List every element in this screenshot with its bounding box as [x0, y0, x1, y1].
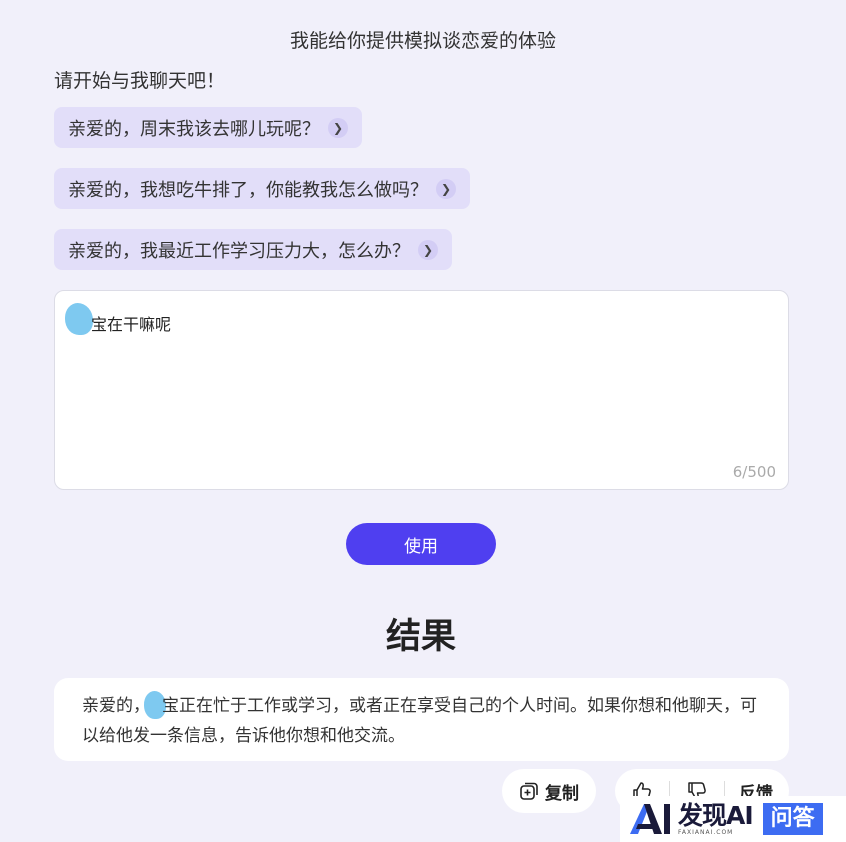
- result-title: 结果: [385, 617, 456, 657]
- suggestion-label: 亲爱的，我最近工作学习压力大，怎么办？: [68, 240, 410, 262]
- chat-input-box[interactable]: 宝在干嘛呢 6/500: [54, 290, 789, 490]
- copy-icon: [520, 782, 538, 800]
- greeting-text: 请开始与我聊天吧！: [54, 70, 226, 92]
- suggestion-label: 亲爱的，我想吃牛排了，你能教我怎么做吗？: [68, 179, 428, 201]
- copy-label: 复制: [545, 783, 579, 804]
- watermark-badge: 问答: [762, 803, 823, 835]
- char-counter: 6/500: [732, 463, 776, 481]
- watermark-brand: 发现AI: [678, 800, 754, 830]
- watermark: 发现AI FAXIANAI.COM 问答: [620, 796, 846, 842]
- suggestion-label: 亲爱的，周末我该去哪儿玩呢？: [68, 118, 320, 140]
- result-box: 亲爱的， 宝正在忙于工作或学习，或者正在享受自己的个人时间。如果你想和他聊天，可以…: [54, 678, 789, 761]
- chevron-right-icon: ❯: [418, 239, 438, 260]
- watermark-domain: FAXIANAI.COM: [678, 828, 734, 836]
- suggestion-chip-weekend[interactable]: 亲爱的，周末我该去哪儿玩呢？ ❯: [54, 107, 362, 148]
- result-text-start: 亲爱的，: [82, 696, 150, 716]
- chevron-right-icon: ❯: [436, 178, 456, 199]
- redaction-blob: [65, 303, 93, 335]
- copy-button[interactable]: 复制: [502, 769, 596, 813]
- chevron-right-icon: ❯: [328, 117, 348, 138]
- use-button[interactable]: 使用: [346, 523, 496, 565]
- result-text-rest: 宝正在忙于工作或学习，或者正在享受自己的个人时间。如果你想和他聊天，可以给他发一…: [82, 696, 757, 746]
- brand-logo-icon: [630, 804, 670, 834]
- suggestion-chip-stress[interactable]: 亲爱的，我最近工作学习压力大，怎么办？ ❯: [54, 229, 452, 270]
- page-subtitle: 我能给你提供模拟谈恋爱的体验: [289, 30, 556, 52]
- suggestion-chip-steak[interactable]: 亲爱的，我想吃牛排了，你能教我怎么做吗？ ❯: [54, 168, 470, 209]
- chat-input-text[interactable]: 宝在干嘛呢: [91, 311, 171, 335]
